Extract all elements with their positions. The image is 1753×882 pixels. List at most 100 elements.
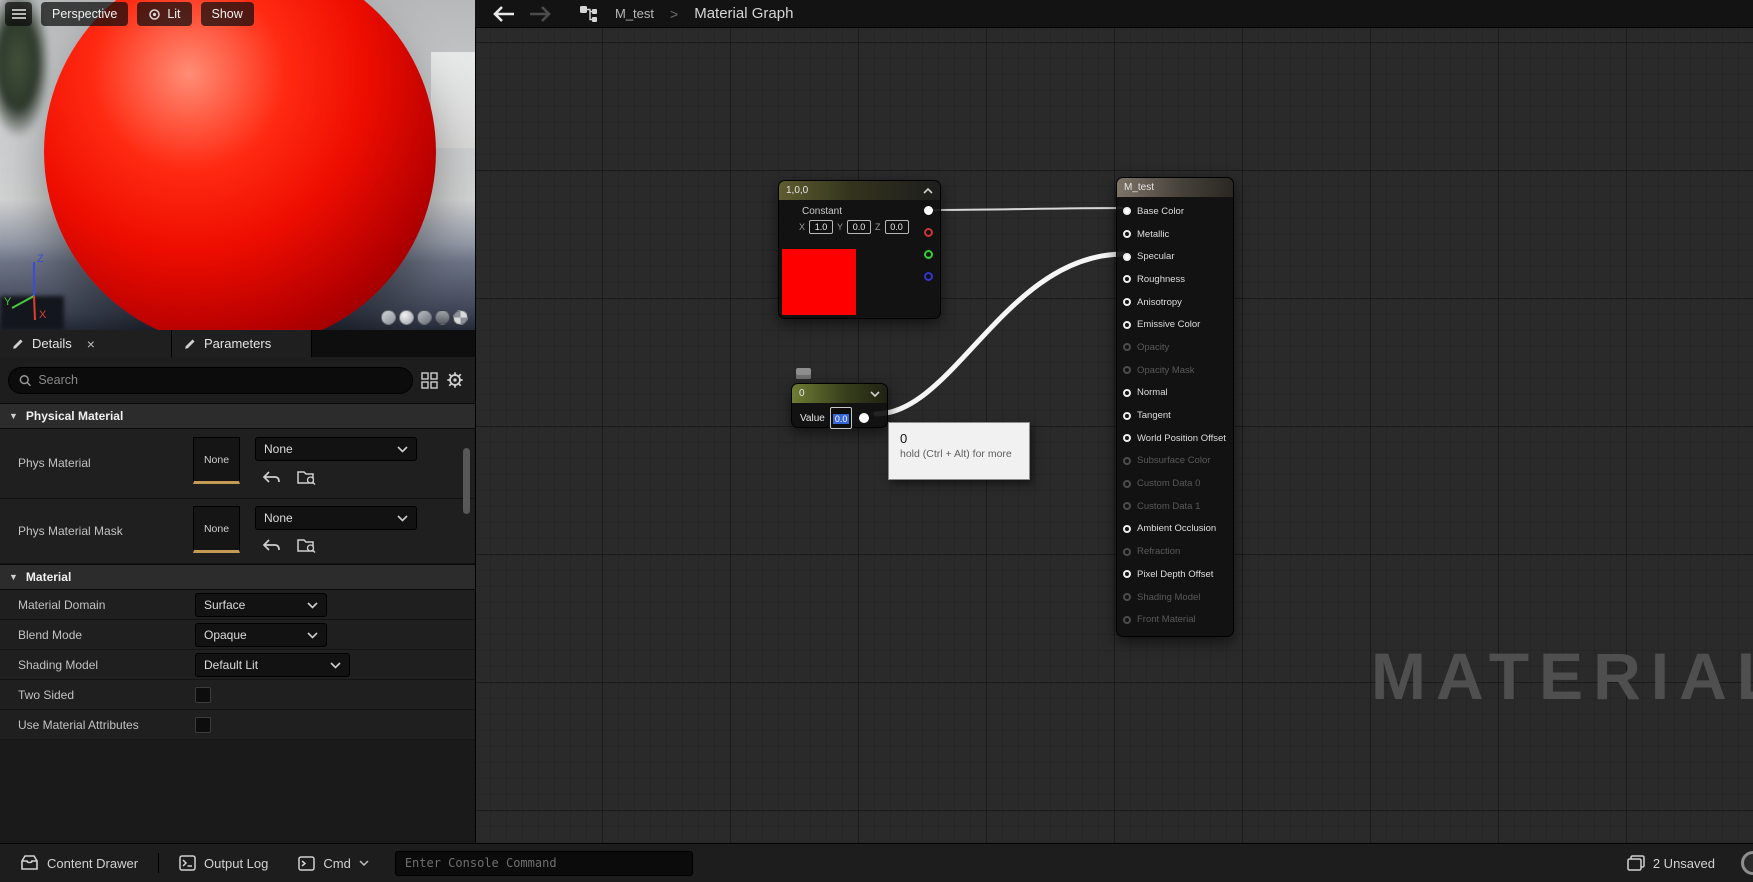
preview-mesh-cylinder-icon[interactable] [381, 310, 396, 325]
details-scrollbar[interactable] [463, 422, 470, 837]
display-filter-icon[interactable] [421, 371, 438, 389]
section-material[interactable]: ▼ Material [0, 564, 475, 590]
search-input[interactable] [38, 373, 402, 387]
material-graph-canvas[interactable]: MATERIAL 1,0,0 Constant X 1.0 Y 0.0 Z 0.… [475, 28, 1753, 843]
scalar-output-pin[interactable] [859, 413, 870, 423]
phys-material-dropdown[interactable]: None [255, 437, 417, 461]
pin-icon[interactable] [1123, 207, 1131, 216]
pin-icon[interactable] [1123, 547, 1131, 556]
output-pin-rgb[interactable] [924, 206, 933, 215]
phys-material-mask-thumbnail[interactable]: None [193, 506, 240, 553]
constant-node[interactable]: 1,0,0 Constant X 1.0 Y 0.0 Z 0.0 [778, 180, 941, 319]
value-input[interactable]: 0.0 [829, 407, 853, 429]
pin-icon[interactable] [1123, 570, 1131, 579]
pin-icon[interactable] [1123, 479, 1131, 488]
section-physical-material[interactable]: ▼ Physical Material [0, 403, 475, 429]
pin-icon[interactable] [1123, 230, 1131, 239]
preview-mesh-sphere-icon[interactable] [399, 310, 414, 325]
material-domain-dropdown[interactable]: Surface [195, 593, 327, 617]
result-pin-pixel-depth-offset[interactable]: Pixel Depth Offset [1117, 563, 1233, 586]
pin-icon[interactable] [1123, 524, 1131, 533]
search-box[interactable] [8, 366, 413, 394]
output-pin-r[interactable] [924, 228, 933, 237]
unsaved-indicator[interactable]: 2 Unsaved [1617, 849, 1725, 877]
tab-details[interactable]: Details × [0, 330, 172, 357]
use-selected-asset-icon[interactable] [262, 538, 281, 553]
tooltip-title: 0 [900, 431, 908, 446]
show-button[interactable]: Show [200, 2, 254, 26]
result-pin-base-color[interactable]: Base Color [1117, 200, 1233, 223]
pin-icon[interactable] [1123, 343, 1131, 352]
close-icon[interactable]: × [87, 336, 95, 352]
pin-icon[interactable] [1123, 252, 1131, 261]
scalar-node-header[interactable]: 0 [792, 384, 887, 403]
pin-icon[interactable] [1123, 388, 1131, 397]
result-pin-specular[interactable]: Specular [1117, 245, 1233, 268]
result-node-header[interactable]: M_test [1117, 178, 1233, 197]
back-arrow-icon[interactable] [493, 5, 515, 22]
breadcrumb-root[interactable]: M_test [615, 6, 654, 21]
output-pin-b[interactable] [924, 272, 933, 281]
console-input[interactable] [404, 856, 683, 870]
pin-icon[interactable] [1123, 275, 1131, 284]
content-drawer-button[interactable]: Content Drawer [10, 849, 148, 877]
phys-material-mask-dropdown[interactable]: None [255, 506, 417, 530]
forward-arrow-icon[interactable] [529, 5, 551, 22]
preview-mesh-plane-icon[interactable] [417, 310, 432, 325]
preview-mesh-custom-icon[interactable] [453, 310, 468, 325]
console-input-wrap[interactable] [394, 850, 693, 876]
output-log-button[interactable]: Output Log [169, 849, 278, 877]
chevron-down-icon[interactable] [870, 390, 880, 397]
viewport-menu-button[interactable] [5, 2, 32, 26]
result-pin-opacity-mask: Opacity Mask [1117, 359, 1233, 382]
y-value-field[interactable]: 0.0 [847, 220, 872, 234]
pin-icon[interactable] [1123, 593, 1131, 602]
result-node[interactable]: M_test Base Color Metallic Specular Roughne… [1116, 177, 1234, 638]
result-pin-anisotropy[interactable]: Anisotropy [1117, 291, 1233, 314]
browse-asset-icon[interactable] [297, 469, 316, 485]
pin-icon[interactable] [1123, 320, 1131, 329]
gear-icon[interactable] [446, 371, 464, 389]
result-pin-tangent[interactable]: Tangent [1117, 404, 1233, 427]
result-pin-world-position-offset[interactable]: World Position Offset [1117, 427, 1233, 450]
pin-icon[interactable] [1123, 502, 1131, 511]
browse-asset-icon[interactable] [297, 537, 316, 553]
preview-mesh-cube-icon[interactable] [435, 310, 450, 325]
output-pin-g[interactable] [924, 250, 933, 259]
result-pin-ambient-occlusion[interactable]: Ambient Occlusion [1117, 518, 1233, 541]
chevron-down-icon [307, 601, 318, 609]
z-value-field[interactable]: 0.0 [884, 220, 909, 234]
pin-icon[interactable] [1123, 298, 1131, 307]
perspective-button[interactable]: Perspective [41, 2, 129, 26]
pin-icon[interactable] [1123, 615, 1131, 624]
pin-icon[interactable] [1123, 411, 1131, 420]
pin-icon[interactable] [1123, 434, 1131, 443]
scalar-constant-node[interactable]: 0 Value 0.0 [791, 383, 888, 429]
axis-y-label: Y [4, 296, 12, 308]
constant-node-header[interactable]: 1,0,0 [779, 181, 940, 200]
phys-material-thumbnail[interactable]: None [193, 437, 240, 484]
shading-model-dropdown[interactable]: Default Lit [195, 653, 350, 677]
result-pin-emissive-color[interactable]: Emissive Color [1117, 313, 1233, 336]
pin-icon[interactable] [1123, 456, 1131, 465]
result-pin-roughness[interactable]: Roughness [1117, 268, 1233, 291]
x-value-field[interactable]: 1.0 [809, 220, 834, 234]
scrollbar-thumb[interactable] [463, 448, 470, 514]
preview-mesh-buttons [381, 310, 468, 325]
blend-mode-dropdown[interactable]: Opaque [195, 623, 327, 647]
two-sided-checkbox[interactable] [195, 687, 211, 703]
pin-label: Subsurface Color [1137, 455, 1211, 467]
chevron-up-icon[interactable] [923, 187, 933, 194]
preview-viewport[interactable]: Perspective Lit Show Z Y X [0, 0, 475, 330]
pin-icon[interactable] [1123, 366, 1131, 375]
lit-button[interactable]: Lit [137, 2, 192, 26]
cmd-icon [298, 855, 316, 871]
cmd-button[interactable]: Cmd [288, 849, 378, 877]
use-material-attributes-checkbox[interactable] [195, 717, 211, 733]
result-pin-normal[interactable]: Normal [1117, 382, 1233, 405]
use-selected-asset-icon[interactable] [262, 470, 281, 485]
tab-parameters[interactable]: Parameters [172, 330, 312, 357]
revision-control-icon[interactable] [1741, 851, 1753, 875]
result-pin-metallic[interactable]: Metallic [1117, 223, 1233, 246]
graph-icon [579, 5, 601, 23]
